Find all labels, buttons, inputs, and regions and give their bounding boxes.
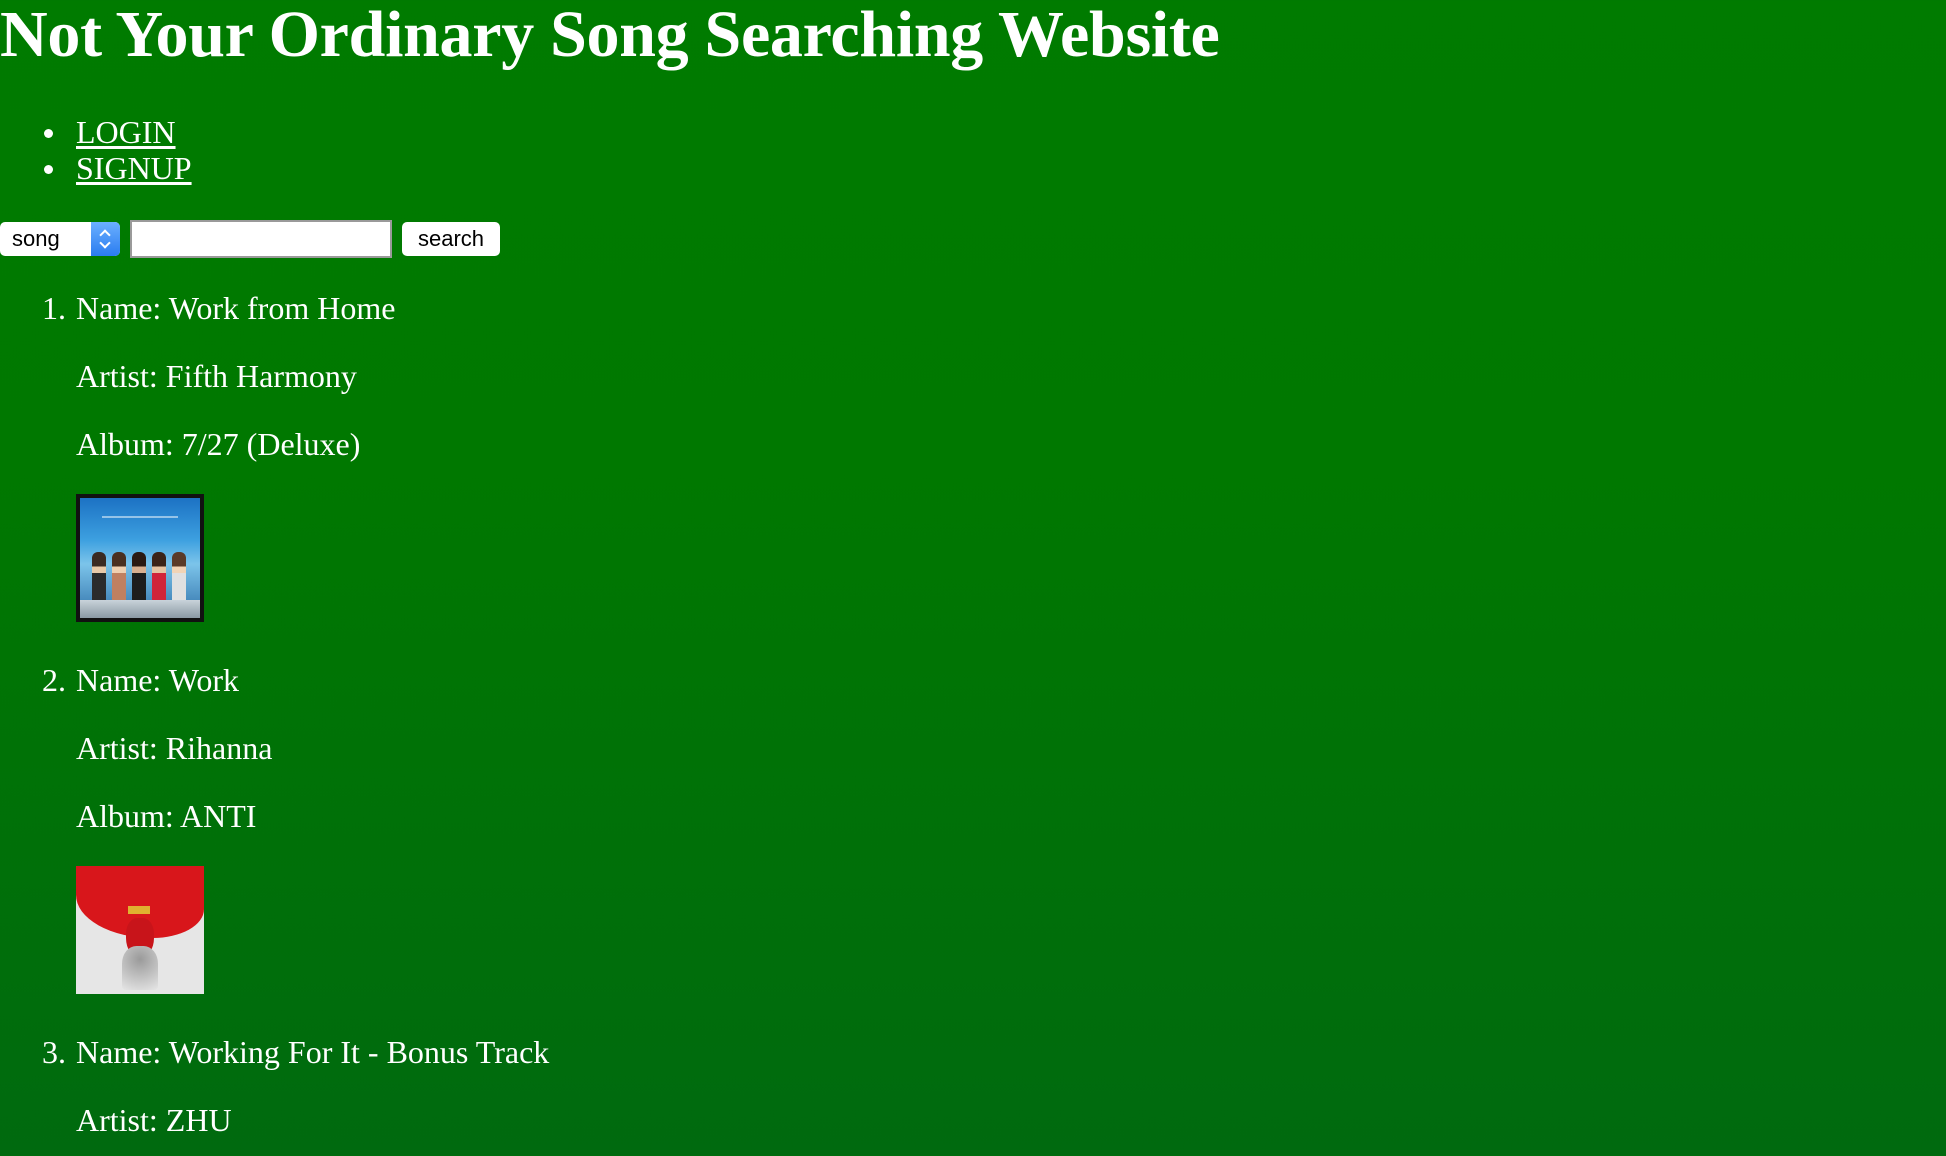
signup-link[interactable]: SIGNUP [76,150,192,186]
search-button[interactable]: search [402,222,500,256]
cover-title-mark [102,516,178,526]
select-arrows-icon[interactable] [91,222,120,256]
cover-figure [172,552,186,604]
nav-item-signup: SIGNUP [0,150,192,186]
result-name: Name: Working For It - Bonus Track [76,1034,550,1070]
search-type-select[interactable]: song [0,222,120,256]
nav-item-login: LOGIN [0,114,192,150]
bullet-icon [44,165,53,174]
result-number: 3. [42,1034,66,1070]
cover-crown [128,906,150,914]
result-artist: Artist: ZHU [76,1102,232,1138]
bullet-icon [44,129,53,138]
nav-list: LOGIN SIGNUP [0,114,192,186]
cover-figure [152,552,166,604]
result-name: Name: Work from Home [76,290,396,326]
result-album: Album: ANTI [76,798,257,834]
page-title: Not Your Ordinary Song Searching Website [0,0,1220,71]
chevron-down-icon [99,237,111,249]
cover-ground [80,600,200,618]
result-number: 2. [42,662,66,698]
result-number: 1. [42,290,66,326]
album-cover-image [76,494,204,622]
cover-figure [122,946,158,990]
search-input[interactable] [130,220,392,258]
cover-figure [92,552,106,604]
result-name: Name: Work [76,662,240,698]
result-artist: Artist: Fifth Harmony [76,358,357,394]
result-album: Album: 7/27 (Deluxe) [76,426,361,462]
cover-figure [112,552,126,604]
search-type-value: song [12,226,60,251]
result-artist: Artist: Rihanna [76,730,273,766]
album-cover-image [76,866,204,994]
login-link[interactable]: LOGIN [76,114,176,150]
cover-figure [132,552,146,604]
